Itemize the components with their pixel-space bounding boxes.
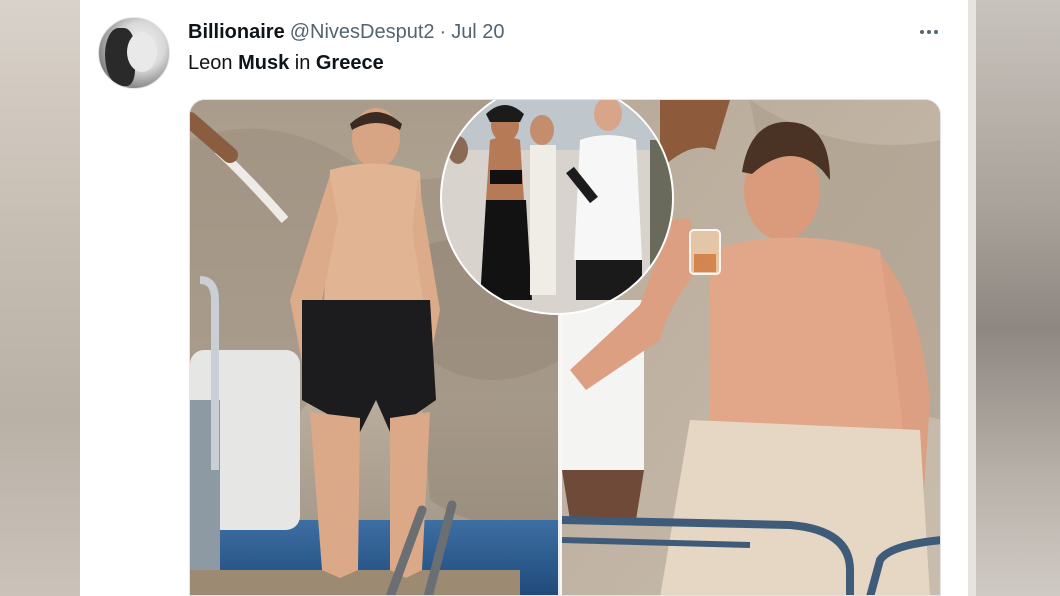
tweet-date[interactable]: Jul 20: [451, 21, 504, 44]
more-horizontal-icon-dot: [927, 30, 931, 34]
tweet-text: Leon Musk in Greece: [188, 52, 384, 75]
tweet-header: Billionaire @NivesDesput2 · Jul 20: [188, 20, 505, 44]
background-blur-right: [968, 0, 1060, 596]
display-name[interactable]: Billionaire: [188, 21, 285, 44]
tweet-media[interactable]: [189, 99, 941, 596]
user-handle[interactable]: @NivesDesput2: [290, 21, 435, 44]
avatar[interactable]: [98, 17, 170, 89]
towel: [660, 420, 930, 595]
more-options-button[interactable]: [916, 22, 942, 42]
more-horizontal-icon-dot: [934, 30, 938, 34]
more-horizontal-icon: [920, 30, 924, 34]
media-photo: [190, 100, 940, 595]
tweet-text-bold: Greece: [315, 52, 384, 74]
tweet-text-part: in: [289, 52, 316, 74]
tweet-text-part: Leon: [188, 52, 239, 74]
tweet-card[interactable]: Billionaire @NivesDesput2 · Jul 20 Leon …: [80, 0, 968, 596]
tweet-text-bold: Musk: [238, 52, 290, 74]
background-blur-left: [0, 0, 80, 596]
avatar-face: [127, 32, 157, 72]
separator-dot: ·: [439, 20, 447, 43]
